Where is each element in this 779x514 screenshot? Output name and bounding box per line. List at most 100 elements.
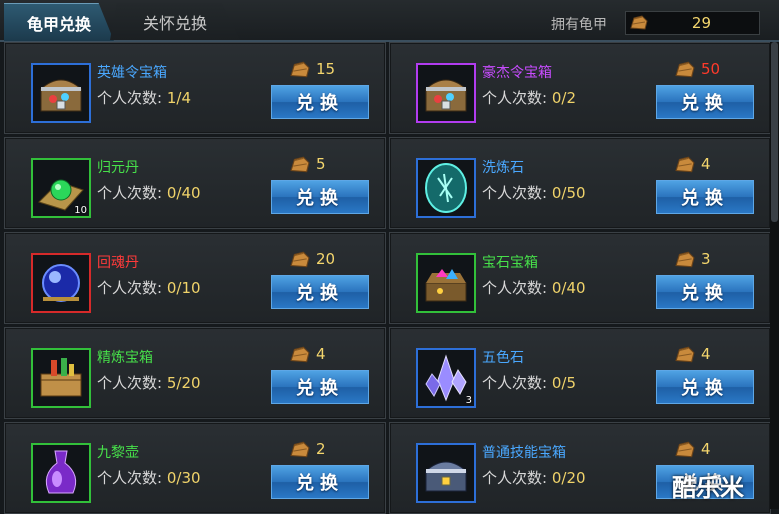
tab-turtle-shell-exchange[interactable]: 龟甲兑换 — [4, 3, 114, 41]
personal-count-value: 0/5 — [551, 374, 576, 392]
rune-stone-icon — [425, 163, 467, 213]
item-cost: 5 — [316, 155, 326, 173]
item-icon-frame[interactable] — [416, 63, 476, 123]
item-personal-count: 个人次数: 1/4 — [97, 87, 191, 108]
exchange-button[interactable]: 兑换 — [271, 275, 369, 309]
item-icon-frame[interactable] — [31, 443, 91, 503]
turtle-shell-icon — [675, 441, 695, 463]
turtle-shell-icon — [290, 441, 310, 463]
blue-orb-icon — [42, 264, 80, 302]
item-cost: 4 — [701, 345, 711, 363]
purple-vase-icon — [45, 450, 77, 494]
personal-count-label: 个人次数: — [97, 469, 163, 487]
personal-count-value: 5/20 — [166, 374, 201, 392]
item-name: 英雄令宝箱 — [97, 65, 167, 81]
exchange-grid: 英雄令宝箱 个人次数: 1/4 15 兑换 豪杰令宝箱 个人次数: 0/2 50… — [0, 42, 779, 514]
item-icon-frame[interactable] — [416, 443, 476, 503]
personal-count-value: 0/40 — [551, 279, 586, 297]
personal-count-label: 个人次数: — [482, 184, 548, 202]
scrollbar-thumb[interactable] — [771, 42, 778, 222]
exchange-item-card: 精炼宝箱 个人次数: 5/20 4 兑换 — [4, 327, 386, 419]
item-personal-count: 个人次数: 0/40 — [482, 277, 586, 298]
exchange-button[interactable]: 兑换 — [271, 180, 369, 214]
item-personal-count: 个人次数: 0/2 — [482, 87, 576, 108]
item-icon-frame[interactable]: 10 — [31, 158, 91, 218]
personal-count-label: 个人次数: — [482, 374, 548, 392]
item-icon-frame[interactable] — [416, 253, 476, 313]
personal-count-label: 个人次数: — [482, 89, 548, 107]
exchange-button[interactable]: 兑换 — [656, 370, 754, 404]
skill-chest-icon — [424, 461, 468, 492]
personal-count-value: 0/20 — [551, 469, 586, 487]
personal-count-value: 0/2 — [551, 89, 576, 107]
item-personal-count: 个人次数: 0/10 — [97, 277, 201, 298]
item-name: 精炼宝箱 — [97, 350, 153, 366]
turtle-shell-icon — [290, 156, 310, 178]
exchange-button[interactable]: 兑换 — [271, 85, 369, 119]
personal-count-label: 个人次数: — [97, 374, 163, 392]
item-icon-frame[interactable] — [31, 253, 91, 313]
item-cost: 50 — [701, 60, 721, 78]
watermark-text: 酷乐米 — [672, 474, 744, 502]
item-name: 回魂丹 — [97, 255, 139, 271]
exchange-item-card: 10 归元丹 个人次数: 0/40 5 兑换 — [4, 137, 386, 229]
owned-shell-count: 29 — [691, 14, 711, 32]
item-name: 九黎壶 — [97, 445, 139, 461]
item-icon-frame[interactable] — [416, 158, 476, 218]
exchange-button[interactable]: 兑换 — [656, 180, 754, 214]
scrollbar[interactable] — [770, 42, 779, 509]
item-name: 洗炼石 — [482, 160, 524, 176]
owned-shell-box: 29 — [625, 11, 760, 35]
exchange-button[interactable]: 兑换 — [271, 370, 369, 404]
exchange-item-card: 宝石宝箱 个人次数: 0/40 3 兑换 — [389, 232, 771, 324]
item-quantity: 10 — [74, 205, 87, 216]
item-icon-frame[interactable]: 3 — [416, 348, 476, 408]
turtle-shell-icon — [675, 61, 695, 83]
turtle-shell-icon — [675, 156, 695, 178]
item-cost: 15 — [316, 60, 336, 78]
personal-count-label: 个人次数: — [97, 279, 163, 297]
turtle-shell-icon — [290, 251, 310, 273]
treasure-chest-icon — [39, 79, 83, 112]
personal-count-value: 0/50 — [551, 184, 586, 202]
item-cost: 4 — [701, 155, 711, 173]
personal-count-value: 0/30 — [166, 469, 201, 487]
personal-count-label: 个人次数: — [482, 279, 548, 297]
item-cost: 4 — [316, 345, 326, 363]
top-bar: 龟甲兑换 关怀兑换 拥有龟甲 29 — [0, 0, 779, 42]
exchange-item-card: 洗炼石 个人次数: 0/50 4 兑换 — [389, 137, 771, 229]
exchange-button[interactable]: 兑换 — [656, 85, 754, 119]
item-personal-count: 个人次数: 0/30 — [97, 467, 201, 488]
exchange-item-card: 英雄令宝箱 个人次数: 1/4 15 兑换 — [4, 42, 386, 134]
exchange-item-card: 回魂丹 个人次数: 0/10 20 兑换 — [4, 232, 386, 324]
exchange-item-card: 豪杰令宝箱 个人次数: 0/2 50 兑换 — [389, 42, 771, 134]
turtle-shell-icon — [675, 251, 695, 273]
refine-box-icon — [40, 358, 82, 397]
exchange-item-card: 九黎壶 个人次数: 0/30 2 兑换 — [4, 422, 386, 514]
item-quantity: 3 — [465, 395, 472, 406]
turtle-shell-icon — [630, 15, 648, 35]
item-personal-count: 个人次数: 0/40 — [97, 182, 201, 203]
item-name: 五色石 — [482, 350, 524, 366]
personal-count-label: 个人次数: — [97, 89, 163, 107]
owned-shell-label: 拥有龟甲 — [551, 17, 607, 33]
exchange-button[interactable]: 兑换 — [271, 465, 369, 499]
exchange-item-card: 3 五色石 个人次数: 0/5 4 兑换 — [389, 327, 771, 419]
tab-care-exchange[interactable]: 关怀兑换 — [110, 3, 240, 40]
item-name: 归元丹 — [97, 160, 139, 176]
item-name: 普通技能宝箱 — [482, 445, 566, 461]
item-personal-count: 个人次数: 0/50 — [482, 182, 586, 203]
item-cost: 2 — [316, 440, 326, 458]
item-personal-count: 个人次数: 0/5 — [482, 372, 576, 393]
item-personal-count: 个人次数: 5/20 — [97, 372, 201, 393]
personal-count-label: 个人次数: — [482, 469, 548, 487]
item-icon-frame[interactable] — [31, 63, 91, 123]
turtle-shell-icon — [290, 61, 310, 83]
personal-count-value: 0/10 — [166, 279, 201, 297]
personal-count-label: 个人次数: — [97, 184, 163, 202]
treasure-chest-icon — [424, 79, 468, 112]
exchange-button[interactable]: 兑换 — [656, 275, 754, 309]
item-name: 豪杰令宝箱 — [482, 65, 552, 81]
item-cost: 4 — [701, 440, 711, 458]
item-icon-frame[interactable] — [31, 348, 91, 408]
